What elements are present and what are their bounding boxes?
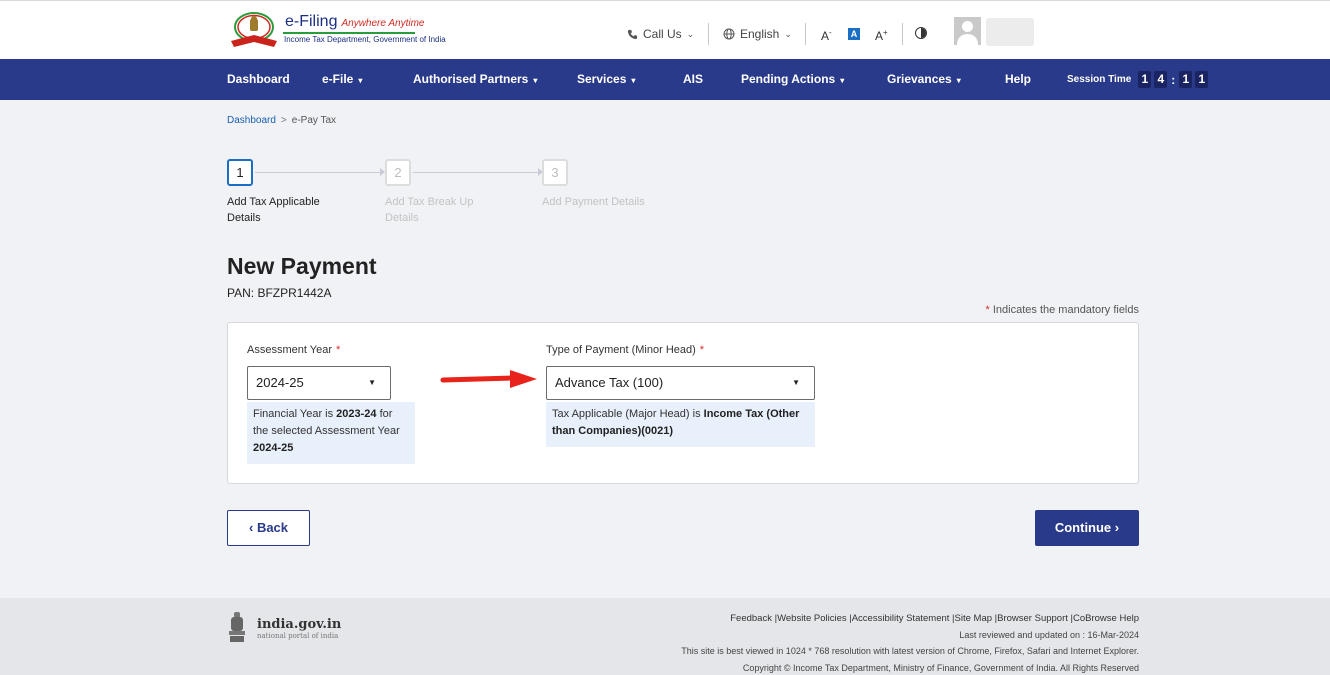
footer-link-feedback[interactable]: Feedback bbox=[730, 613, 772, 624]
language-label: English bbox=[740, 27, 780, 41]
step-connector bbox=[413, 172, 539, 173]
nav-pending-actions[interactable]: Pending Actions ▾ bbox=[741, 72, 844, 86]
session-digit: 4 bbox=[1154, 71, 1168, 88]
session-timer: Session Time 1 4 : 1 1 bbox=[1067, 71, 1209, 88]
footer-links: Feedback |Website Policies |Accessibilit… bbox=[730, 613, 1139, 624]
payment-type-label: Type of Payment (Minor Head) * bbox=[546, 344, 705, 356]
step-3-label: Add Payment Details bbox=[542, 196, 645, 208]
nav-ais[interactable]: AIS bbox=[683, 72, 703, 86]
assessment-year-select[interactable]: 2024-25 ▼ bbox=[247, 366, 391, 400]
session-digit: 1 bbox=[1138, 71, 1152, 88]
national-emblem-icon[interactable] bbox=[227, 610, 247, 644]
income-tax-emblem-icon bbox=[231, 12, 277, 47]
nav-authorised-partners[interactable]: Authorised Partners ▾ bbox=[413, 72, 537, 86]
step-1-indicator: 1 bbox=[227, 159, 253, 186]
portal-tagline: national portal of india bbox=[257, 632, 339, 640]
session-digit: 1 bbox=[1195, 71, 1209, 88]
portal-name[interactable]: india.gov.in bbox=[257, 617, 341, 632]
logo-subtitle: Income Tax Department, Government of Ind… bbox=[284, 35, 446, 44]
nav-help[interactable]: Help bbox=[1005, 72, 1031, 86]
continue-button[interactable]: Continue › bbox=[1035, 510, 1139, 546]
annotation-arrow-icon bbox=[440, 370, 537, 388]
dropdown-caret-icon: ▼ bbox=[792, 378, 800, 387]
contrast-toggle-icon[interactable] bbox=[915, 27, 927, 39]
major-head-hint: Tax Applicable (Major Head) is Income Ta… bbox=[546, 402, 815, 447]
logo-tagline: Anywhere Anytime bbox=[341, 18, 425, 29]
nav-e-file[interactable]: e-File ▾ bbox=[322, 72, 362, 86]
nav-grievances[interactable]: Grievances ▾ bbox=[887, 72, 961, 86]
pan-number: PAN: BFZPR1442A bbox=[227, 286, 332, 300]
back-button[interactable]: ‹ Back bbox=[227, 510, 310, 546]
step-connector bbox=[255, 172, 381, 173]
footer-link-website-policies[interactable]: Website Policies bbox=[777, 613, 847, 624]
step-1-label: Add Tax Applicable Details bbox=[227, 196, 320, 224]
page-title: New Payment bbox=[227, 253, 377, 279]
efiling-logo[interactable]: e-Filing Anywhere Anytime Income Tax Depa… bbox=[227, 9, 446, 51]
globe-icon bbox=[723, 28, 735, 40]
divider bbox=[708, 23, 709, 45]
payment-type-select[interactable]: Advance Tax (100) ▼ bbox=[546, 366, 815, 400]
last-reviewed-text: Last reviewed and updated on : 16-Mar-20… bbox=[959, 630, 1139, 640]
session-label: Session Time bbox=[1067, 74, 1132, 85]
nav-services[interactable]: Services ▾ bbox=[577, 72, 635, 86]
nav-dashboard[interactable]: Dashboard bbox=[227, 72, 290, 86]
divider bbox=[805, 23, 806, 45]
step-3-indicator: 3 bbox=[542, 159, 568, 186]
avatar[interactable] bbox=[954, 17, 981, 45]
step-2-label: Add Tax Break Up Details bbox=[385, 196, 474, 224]
mandatory-note: * Indicates the mandatory fields bbox=[985, 304, 1139, 316]
footer-link-cobrowse-help[interactable]: CoBrowse Help bbox=[1073, 613, 1139, 624]
chevron-down-icon: ⌄ bbox=[784, 28, 792, 39]
chevron-down-icon: ▾ bbox=[631, 76, 636, 85]
assessment-year-label: Assessment Year * bbox=[247, 344, 341, 356]
phone-icon bbox=[627, 29, 638, 39]
breadcrumb-current: e-Pay Tax bbox=[291, 115, 337, 126]
logo-title: e-Filing Anywhere Anytime bbox=[285, 13, 425, 30]
chevron-left-icon: ‹ bbox=[248, 520, 254, 535]
logo-divider bbox=[283, 32, 415, 34]
required-asterisk: * bbox=[985, 304, 990, 316]
session-digit: 1 bbox=[1179, 71, 1193, 88]
required-asterisk: * bbox=[699, 344, 705, 356]
copyright-text: Copyright © Income Tax Department, Minis… bbox=[742, 663, 1139, 673]
required-asterisk: * bbox=[336, 344, 341, 356]
breadcrumb: Dashboard > e-Pay Tax bbox=[227, 115, 336, 126]
font-decrease-button[interactable]: A- bbox=[821, 28, 832, 43]
footer-link-accessibility[interactable]: Accessibility Statement bbox=[852, 613, 950, 624]
step-2-indicator: 2 bbox=[385, 159, 411, 186]
chevron-down-icon: ▾ bbox=[840, 76, 845, 85]
chevron-right-icon: › bbox=[1114, 520, 1120, 535]
dropdown-caret-icon: ▼ bbox=[368, 378, 376, 387]
footer-link-site-map[interactable]: Site Map bbox=[955, 613, 993, 624]
chevron-down-icon: ▾ bbox=[956, 76, 961, 85]
call-us-dropdown[interactable]: Call Us ⌄ bbox=[627, 27, 694, 41]
font-increase-button[interactable]: A+ bbox=[875, 28, 888, 43]
breadcrumb-separator: > bbox=[280, 115, 287, 126]
user-name-redacted[interactable] bbox=[986, 18, 1034, 46]
divider bbox=[902, 23, 903, 45]
chevron-down-icon: ⌄ bbox=[686, 28, 695, 39]
chevron-down-icon: ▾ bbox=[358, 76, 363, 85]
top-header: e-Filing Anywhere Anytime Income Tax Depa… bbox=[0, 0, 1330, 59]
financial-year-hint: Financial Year is 2023-24 for the select… bbox=[247, 402, 415, 464]
font-normal-button[interactable]: A bbox=[848, 28, 860, 40]
chevron-down-icon: ▾ bbox=[533, 76, 538, 85]
call-us-label: Call Us bbox=[643, 27, 682, 41]
session-colon: : bbox=[1171, 72, 1176, 87]
best-viewed-text: This site is best viewed in 1024 * 768 r… bbox=[681, 646, 1139, 656]
breadcrumb-dashboard-link[interactable]: Dashboard bbox=[227, 115, 276, 126]
main-navbar: Dashboard e-File ▾ Authorised Partners ▾ S… bbox=[0, 59, 1330, 100]
footer-link-browser-support[interactable]: Browser Support bbox=[997, 613, 1068, 624]
language-dropdown[interactable]: English ⌄ bbox=[723, 27, 792, 41]
